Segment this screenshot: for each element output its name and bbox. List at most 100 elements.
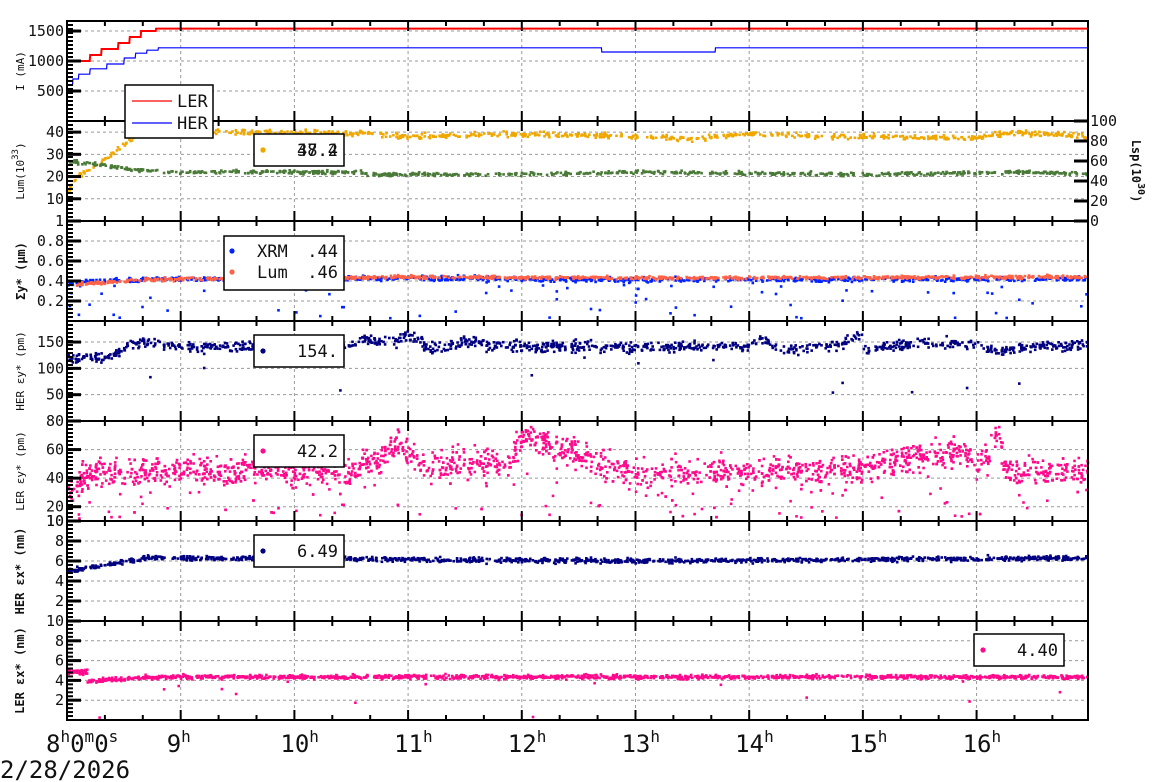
data-point — [1020, 277, 1023, 281]
data-point — [646, 342, 650, 346]
data-point — [1066, 344, 1069, 348]
data-point — [446, 173, 450, 177]
data-point — [552, 342, 555, 345]
data-point — [135, 278, 138, 282]
data-point — [350, 133, 354, 136]
data-point — [693, 171, 697, 175]
data-point — [724, 169, 728, 173]
data-point — [230, 170, 234, 174]
data-point — [225, 130, 228, 133]
data-point — [782, 279, 786, 283]
data-point — [923, 337, 926, 341]
data-point — [926, 291, 930, 294]
data-point — [640, 172, 644, 175]
data-point — [1021, 133, 1024, 137]
data-point — [926, 278, 930, 282]
data-point — [1039, 171, 1042, 175]
data-point — [1032, 171, 1035, 175]
data-point — [395, 346, 398, 350]
data-point — [554, 278, 557, 282]
data-point — [668, 276, 672, 280]
data-point — [179, 171, 183, 175]
data-point — [574, 342, 577, 345]
data-point — [247, 172, 250, 175]
data-point — [462, 336, 466, 340]
data-point — [103, 355, 107, 359]
data-point — [1007, 276, 1011, 279]
data-point — [985, 135, 988, 138]
data-point — [201, 279, 204, 282]
data-point — [81, 282, 84, 285]
data-point — [216, 347, 219, 350]
data-point — [503, 276, 507, 279]
data-point — [546, 132, 549, 135]
data-point — [548, 316, 551, 319]
data-point — [153, 279, 157, 283]
data-point — [129, 139, 132, 143]
data-point — [783, 276, 787, 280]
data-point — [511, 132, 515, 136]
data-point — [538, 130, 542, 134]
panel-3: 0.20.40.60.81Σy* (µm) — [14, 212, 1089, 322]
data-point — [554, 134, 558, 137]
data-point — [761, 342, 764, 345]
data-point — [514, 276, 517, 280]
data-point — [986, 346, 990, 349]
data-point — [485, 350, 488, 354]
y2-axis-label: Lsp(1030) — [1129, 140, 1146, 203]
data-point — [677, 275, 680, 279]
data-point — [696, 171, 700, 174]
data-point — [443, 343, 447, 347]
data-point — [800, 316, 803, 320]
data-point — [115, 281, 119, 284]
data-point — [722, 276, 725, 279]
data-point — [870, 173, 873, 177]
data-point — [487, 280, 490, 283]
data-point — [234, 341, 238, 344]
data-point — [77, 358, 80, 361]
data-point — [669, 345, 672, 348]
data-point — [634, 294, 638, 297]
data-point — [731, 341, 734, 345]
data-point — [531, 277, 535, 280]
data-point — [1001, 173, 1004, 176]
data-point — [200, 170, 203, 173]
y-tick-label: 1000 — [28, 52, 64, 70]
data-point — [831, 391, 835, 394]
data-point — [921, 276, 925, 280]
data-point — [561, 344, 564, 348]
data-point — [734, 133, 737, 137]
data-point — [194, 277, 198, 281]
data-point — [865, 136, 868, 139]
data-point — [867, 276, 870, 280]
data-point — [647, 170, 650, 174]
data-point — [1020, 347, 1023, 350]
data-point — [775, 171, 779, 175]
data-point — [572, 339, 576, 343]
y-tick-label: 10 — [46, 190, 64, 208]
data-point — [1052, 345, 1055, 348]
data-point — [592, 170, 595, 173]
data-point — [118, 148, 121, 151]
data-point — [726, 133, 729, 137]
data-point — [843, 136, 847, 139]
data-point — [862, 132, 865, 136]
data-point — [619, 341, 623, 345]
data-point — [820, 134, 824, 138]
data-point — [697, 343, 700, 347]
y-axis-label: Σy* (µm) — [14, 242, 28, 300]
data-point — [483, 132, 486, 135]
data-point — [711, 172, 715, 175]
data-point — [152, 345, 156, 348]
data-point — [875, 345, 878, 349]
y2-tick-label: 0 — [1090, 212, 1099, 230]
data-point — [111, 151, 115, 154]
data-point — [410, 276, 413, 279]
data-point — [1031, 302, 1034, 305]
data-point — [460, 341, 464, 345]
data-point — [373, 338, 377, 342]
data-point — [453, 173, 456, 177]
data-point — [835, 275, 839, 279]
data-point — [713, 276, 716, 279]
data-point — [438, 341, 441, 344]
